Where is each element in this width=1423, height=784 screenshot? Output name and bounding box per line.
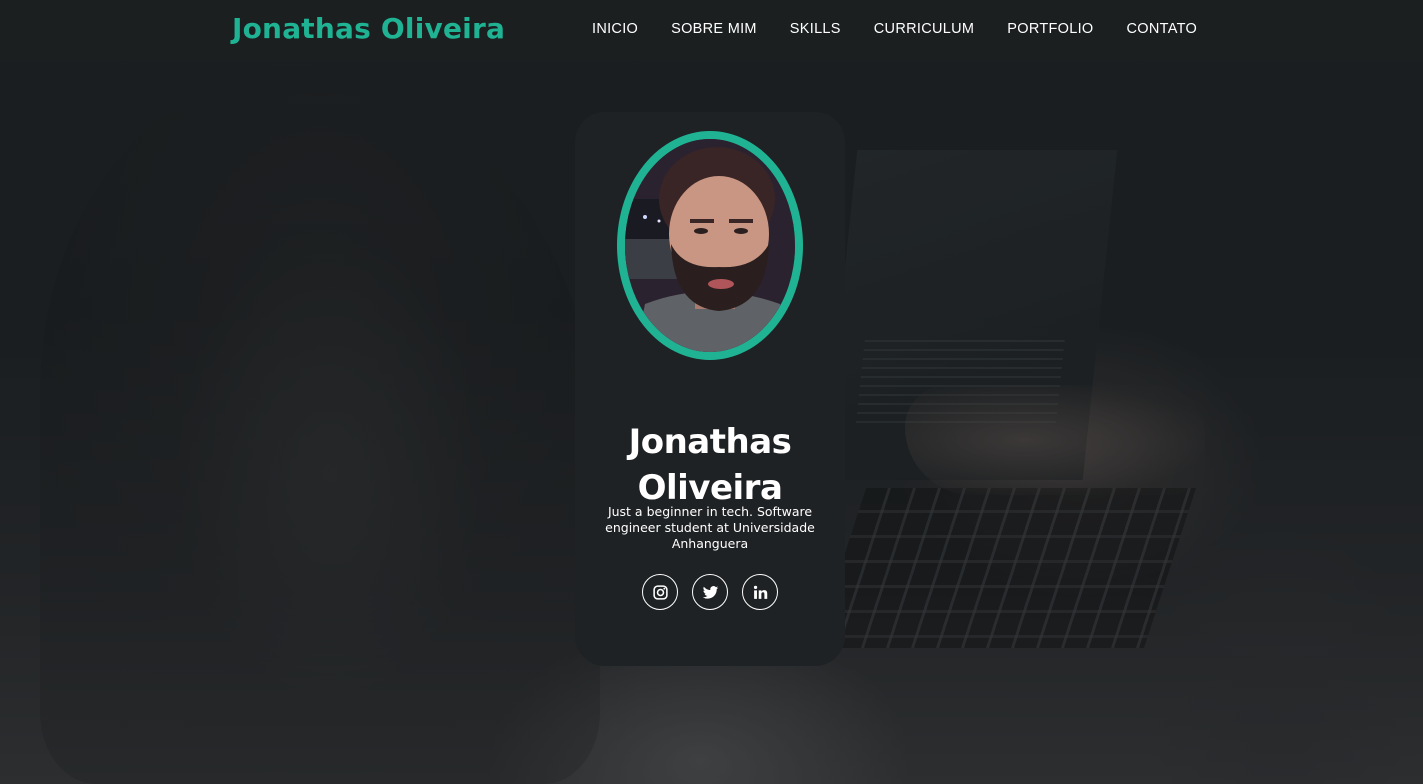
- profile-bio: Just a beginner in tech. Software engine…: [605, 503, 815, 551]
- nav-link-skills[interactable]: SKILLS: [790, 20, 841, 38]
- avatar: [617, 131, 803, 360]
- main-nav: INICIO SOBRE MIM SKILLS CURRICULUM PORTF…: [592, 20, 1197, 38]
- page: Jonathas Oliveira INICIO SOBRE MIM SKILL…: [0, 0, 1423, 784]
- avatar-photo: [625, 139, 795, 352]
- nav-link-contato[interactable]: CONTATO: [1127, 20, 1198, 38]
- nav-link-inicio[interactable]: INICIO: [592, 20, 638, 38]
- site-header: Jonathas Oliveira INICIO SOBRE MIM SKILL…: [0, 0, 1423, 60]
- brand-logo-link[interactable]: Jonathas Oliveira: [232, 12, 505, 45]
- profile-name: Jonathas Oliveira: [628, 421, 792, 508]
- linkedin-link[interactable]: [742, 574, 778, 610]
- twitter-icon: [702, 585, 718, 599]
- linkedin-icon: [753, 585, 767, 599]
- social-links: [575, 574, 845, 610]
- twitter-link[interactable]: [692, 574, 728, 610]
- instagram-icon: [652, 584, 668, 600]
- instagram-link[interactable]: [642, 574, 678, 610]
- nav-link-sobre-mim[interactable]: SOBRE MIM: [671, 20, 757, 38]
- nav-link-curriculum[interactable]: CURRICULUM: [874, 20, 974, 38]
- nav-link-portfolio[interactable]: PORTFOLIO: [1007, 20, 1093, 38]
- profile-card: Jonathas Oliveira Just a beginner in tec…: [575, 112, 845, 666]
